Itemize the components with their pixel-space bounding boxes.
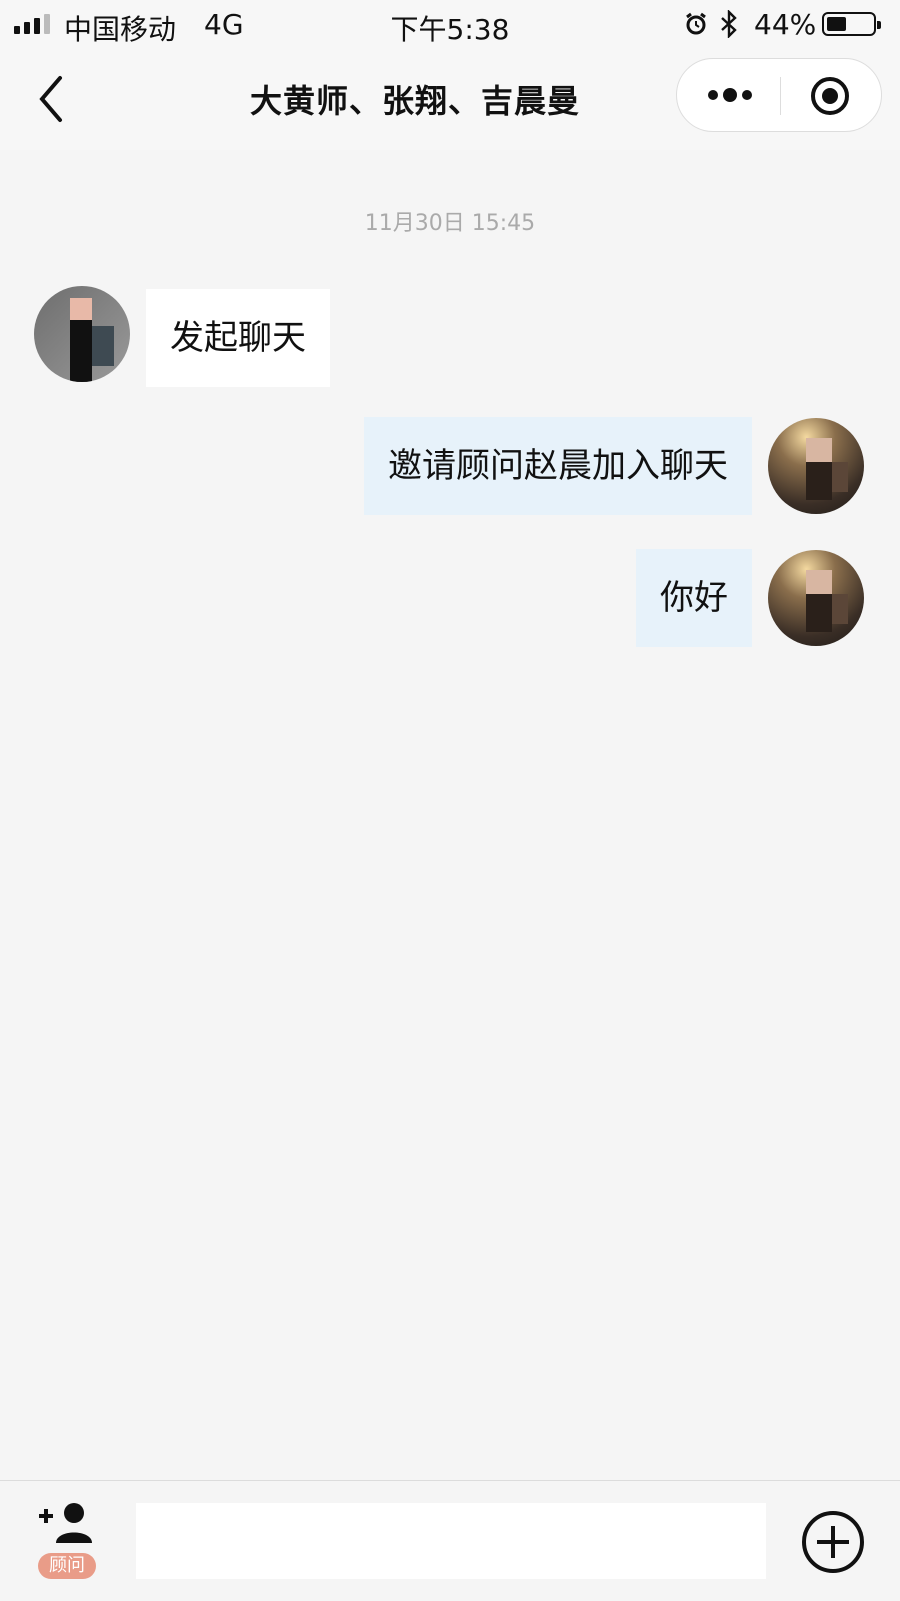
message-bubble-right: 你好 xyxy=(636,549,752,647)
message-input[interactable] xyxy=(136,1503,766,1579)
avatar[interactable] xyxy=(768,550,864,646)
battery-fill xyxy=(827,17,846,31)
message-bubble-right: 邀请顾问赵晨加入聊天 xyxy=(364,417,752,515)
mini-program-capsule xyxy=(676,58,882,132)
more-icon[interactable] xyxy=(705,85,755,105)
message-bubble-left: 发起聊天 xyxy=(146,289,330,387)
add-person-icon xyxy=(39,1503,92,1543)
add-advisor-button[interactable]: 顾问 xyxy=(36,1501,100,1585)
chat-timestamp: 11月30日 15:45 xyxy=(364,211,536,236)
back-icon[interactable] xyxy=(34,72,68,126)
advisor-badge: 顾问 xyxy=(38,1553,96,1579)
capsule-divider xyxy=(780,77,781,115)
plus-circle-icon[interactable] xyxy=(800,1509,866,1575)
page-title: 大黄师、张翔、吉晨曼 xyxy=(250,82,581,120)
avatar[interactable] xyxy=(34,286,130,382)
input-bar: 顾问 xyxy=(0,1480,900,1601)
alarm-icon xyxy=(686,12,706,35)
bluetooth-icon xyxy=(721,10,737,38)
target-icon[interactable] xyxy=(809,75,851,117)
nav-bar: 大黄师、张翔、吉晨曼 xyxy=(0,50,900,150)
avatar[interactable] xyxy=(768,418,864,514)
status-bar: 中国移动 4G 下午5:38 44% xyxy=(0,0,900,50)
battery-percent: 44% xyxy=(754,8,817,41)
battery-icon xyxy=(822,12,881,36)
